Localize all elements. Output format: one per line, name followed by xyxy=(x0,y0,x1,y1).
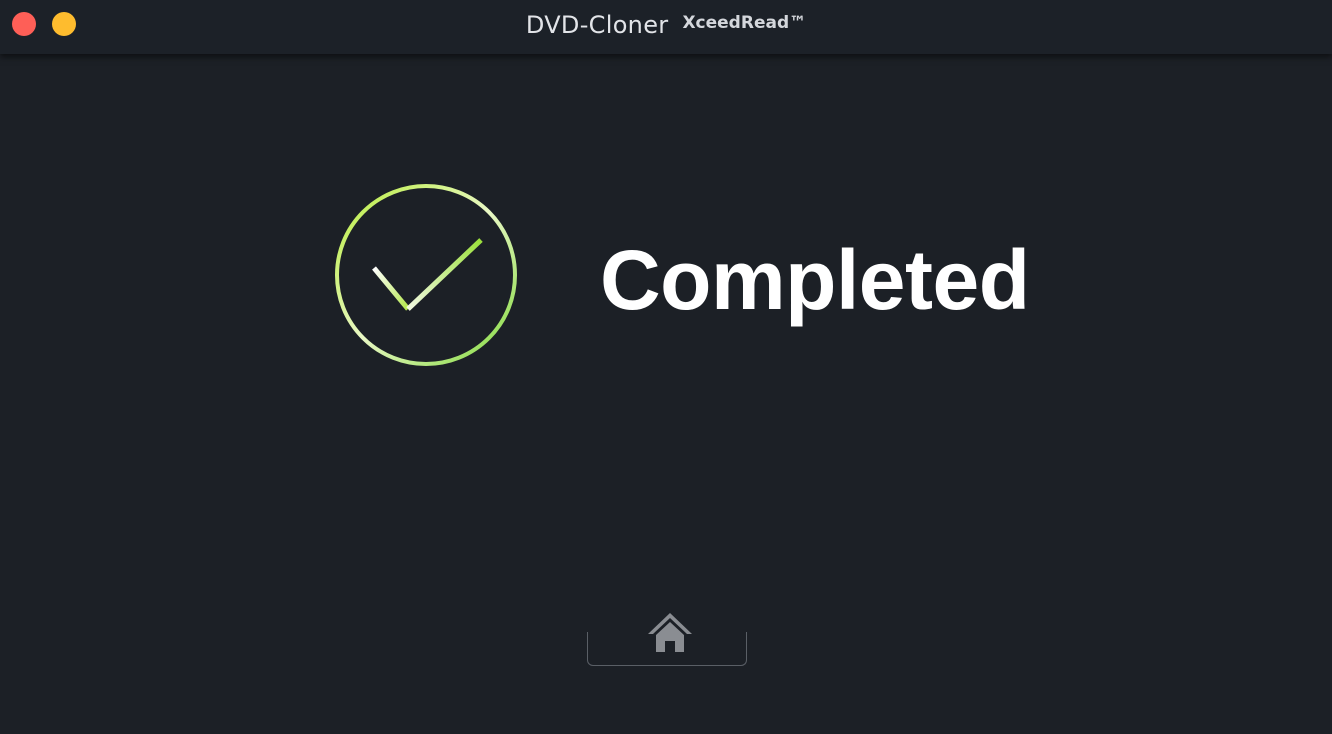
window-title: DVD-Cloner XceedRead™ xyxy=(0,0,1332,50)
app-window: DVD-Cloner XceedRead™ Completed xyxy=(0,0,1332,734)
home-icon xyxy=(648,613,692,652)
title-bar: DVD-Cloner XceedRead™ xyxy=(0,0,1332,54)
brand-tag: XceedRead™ xyxy=(682,13,807,33)
check-circle-icon xyxy=(335,184,517,366)
home-button[interactable] xyxy=(586,604,748,666)
completed-status-label: Completed xyxy=(600,233,1030,327)
app-name: DVD-Cloner xyxy=(525,11,669,39)
